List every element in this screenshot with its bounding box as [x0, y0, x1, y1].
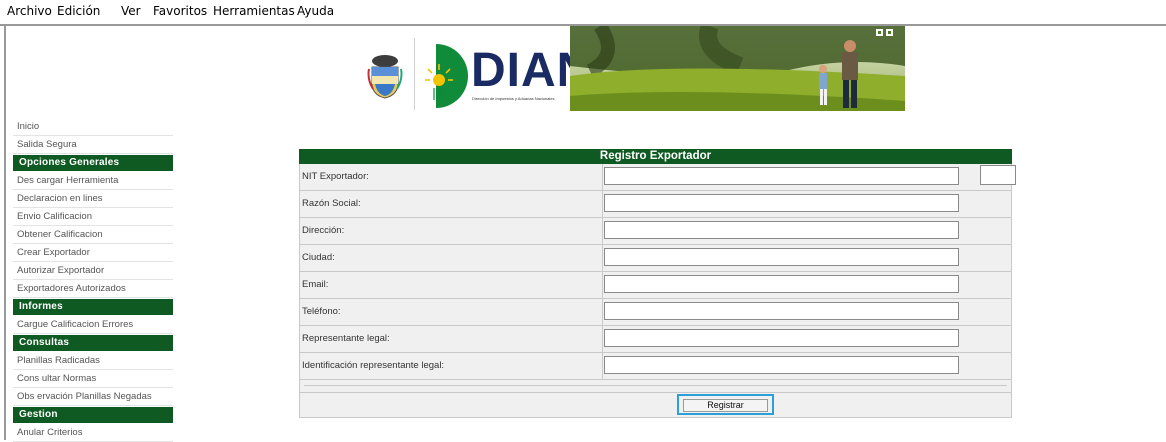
- input-direcci-n[interactable]: [604, 221, 959, 239]
- sidebar-item-inicio[interactable]: Inicio: [13, 118, 173, 136]
- sidebar-header-informes: Informes: [13, 299, 173, 315]
- registrar-button[interactable]: Registrar: [683, 399, 768, 412]
- sidebar-item-salida-segura[interactable]: Salida Segura: [13, 136, 173, 154]
- sidebar-header-consultas: Consultas: [13, 335, 173, 351]
- dian-logo-subtitle: Dirección de Impuestos y Aduanas Naciona…: [472, 96, 555, 101]
- menu-edicion[interactable]: Edición: [57, 4, 100, 18]
- input-identificaci-n-representante-legal[interactable]: [604, 356, 959, 374]
- sidebar-item-anular-criterios[interactable]: Anular Criterios: [13, 424, 173, 442]
- focus-highlight: Registrar: [677, 394, 774, 415]
- input-ciudad[interactable]: [604, 248, 959, 266]
- sidebar-item-cons-ultar-normas[interactable]: Cons ultar Normas: [13, 370, 173, 388]
- sidebar-header-gestion: Gestion: [13, 407, 173, 423]
- colombia-coat-of-arms-icon: [367, 55, 403, 99]
- menu-archivo[interactable]: Archivo: [7, 4, 52, 18]
- banner-divider: [414, 38, 415, 110]
- label-ciudad: Ciudad:: [302, 252, 335, 263]
- sidebar-item-autorizar-exportador[interactable]: Autorizar Exportador: [13, 262, 173, 280]
- form-row: NIT Exportador:Div: [299, 164, 1016, 191]
- row-separator: [602, 326, 603, 352]
- child-figure: [819, 65, 827, 105]
- sidebar-item-obs-ervaci-n-planillas-negadas[interactable]: Obs ervación Planillas Negadas: [13, 388, 173, 406]
- form-title: Registro Exportador: [299, 149, 1012, 164]
- menu-herramientas[interactable]: Herramientas: [213, 4, 295, 18]
- sidebar-item-exportadores-autorizados[interactable]: Exportadores Autorizados: [13, 280, 173, 298]
- label-nit-exportador: NIT Exportador:: [302, 171, 369, 182]
- input-tel-fono[interactable]: [604, 302, 959, 320]
- sidebar-item-obtener-calificacion[interactable]: Obtener Calificacion: [13, 226, 173, 244]
- menu-ayuda[interactable]: Ayuda: [297, 4, 334, 18]
- form-row: Dirección:: [299, 218, 1012, 245]
- window-left-border: [4, 24, 6, 440]
- sidebar-nav: Inicio Salida Segura Opciones Generales Des…: [13, 118, 173, 442]
- label-identificaci-n-representante-legal: Identificación representante legal:: [302, 360, 445, 371]
- form-row: Teléfono:: [299, 299, 1012, 326]
- form-row: Representante legal:: [299, 326, 1012, 353]
- sidebar-item-crear-exportador[interactable]: Crear Exportador: [13, 244, 173, 262]
- menu-favoritos[interactable]: Favoritos: [153, 4, 207, 18]
- label-representante-legal: Representante legal:: [302, 333, 390, 344]
- sidebar-item-cargue-calificacion-errores[interactable]: Cargue Calificacion Errores: [13, 316, 173, 334]
- menu-bar: Archivo Edición Ver Favoritos Herramient…: [0, 0, 1166, 22]
- sidebar-item-planillas-radicadas[interactable]: Planillas Radicadas: [13, 352, 173, 370]
- menu-ver[interactable]: Ver: [121, 4, 141, 18]
- label-raz-n-social: Razón Social:: [302, 198, 361, 209]
- row-separator: [602, 191, 603, 217]
- form-row: Identificación representante legal:: [299, 353, 1012, 380]
- input-representante-legal[interactable]: [604, 329, 959, 347]
- label-email: Email:: [302, 279, 329, 290]
- input-email[interactable]: [604, 275, 959, 293]
- row-separator: [602, 272, 603, 298]
- div-input[interactable]: [980, 165, 1016, 185]
- banner-family-photo: [570, 26, 905, 111]
- row-separator: [602, 245, 603, 271]
- registro-exportador-form: Registro Exportador NIT Exportador:Div Ra…: [299, 149, 1016, 418]
- form-actions: Registrar: [299, 393, 1012, 418]
- form-row: Email:: [299, 272, 1012, 299]
- row-separator: [602, 218, 603, 244]
- row-separator: [602, 299, 603, 325]
- row-separator: [602, 353, 603, 379]
- row-separator: [602, 164, 603, 190]
- sidebar-item-envio-calificacion[interactable]: Envio Calificacion: [13, 208, 173, 226]
- form-separator: [299, 380, 1012, 393]
- input-nit-exportador[interactable]: [604, 167, 959, 185]
- form-row: Ciudad:: [299, 245, 1012, 272]
- sidebar-header-opciones-generales: Opciones Generales: [13, 155, 173, 171]
- input-raz-n-social[interactable]: [604, 194, 959, 212]
- form-row: Razón Social:: [299, 191, 1012, 218]
- label-tel-fono: Teléfono:: [302, 306, 341, 317]
- label-direcci-n: Dirección:: [302, 225, 345, 236]
- sidebar-item-declaracion-en-lines[interactable]: Declaracion en lines: [13, 190, 173, 208]
- sidebar-item-des-cargar-herramienta[interactable]: Des cargar Herramienta: [13, 172, 173, 190]
